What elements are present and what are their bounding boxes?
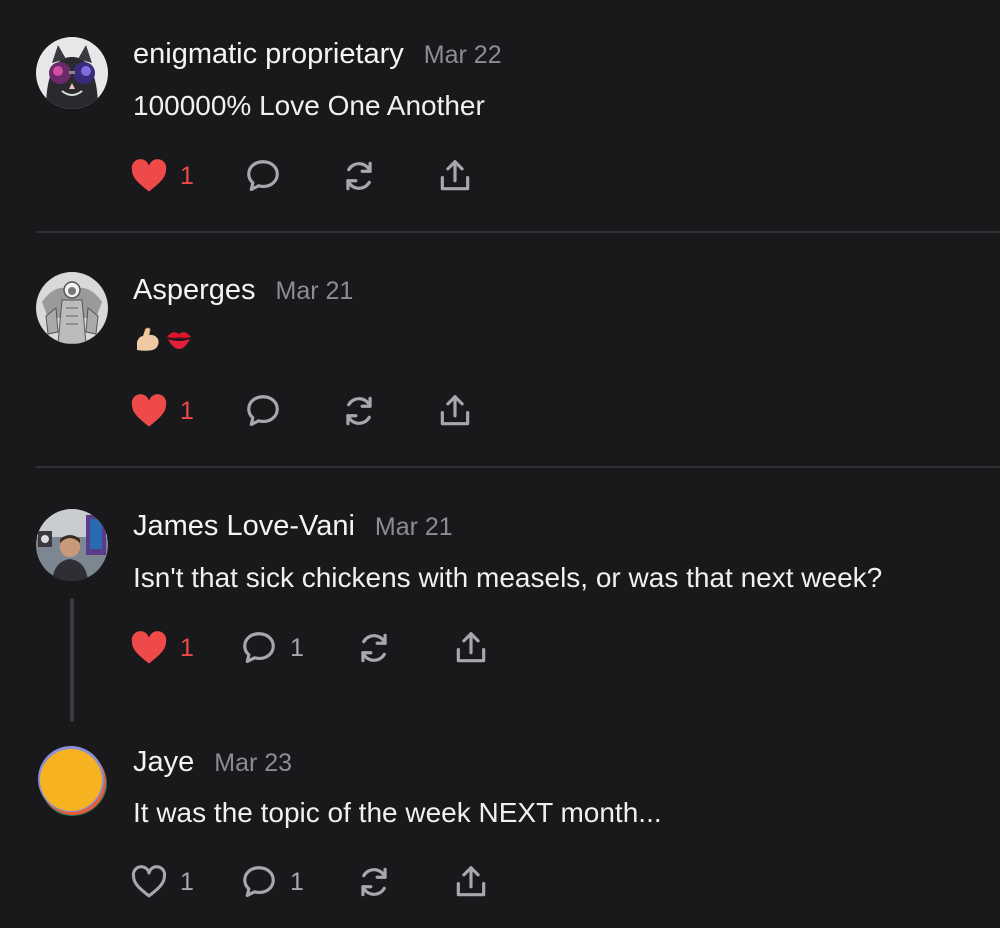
comment-text: It was the topic of the week NEXT month.… [133,797,662,828]
restack-button[interactable] [355,862,393,902]
share-button[interactable] [436,391,474,431]
reply-button[interactable]: 1 [240,862,304,902]
share-icon [456,866,486,897]
like-count: 1 [180,396,194,425]
comment-feed: enigmatic proprietary Mar 22 100000% Lov… [0,0,1000,928]
person-avatar-image [36,509,108,581]
restack-icon [346,396,372,426]
author-name[interactable]: Asperges [133,274,256,307]
action-bar: 1 1 [130,862,490,902]
comment-header: James Love-Vani Mar 21 [133,510,453,550]
restack-button[interactable] [355,628,393,668]
comment: Jaye Mar 23 It was the topic of the week… [0,704,1000,928]
comment-header: Asperges Mar 21 [133,274,353,314]
reply-button[interactable] [244,156,282,196]
like-button[interactable]: 1 [130,156,194,196]
reply-count: 1 [290,867,304,896]
comment-text [133,324,193,354]
heart-icon [131,394,167,427]
comment-date[interactable]: Mar 21 [375,513,453,542]
share-icon [440,160,470,191]
icon-avatar-image [36,272,108,344]
avatar[interactable] [36,272,108,344]
share-icon [440,395,470,426]
like-button[interactable]: 1 [130,391,194,431]
share-button[interactable] [452,862,490,902]
cat-avatar-image [36,37,108,109]
comment: James Love-Vani Mar 21 Isn't that sick c… [0,468,1000,704]
author-name[interactable]: enigmatic proprietary [133,38,404,71]
avatar[interactable] [36,744,108,816]
comment-date[interactable]: Mar 22 [424,41,502,70]
kiss-mark-emoji-icon [167,332,191,349]
heart-icon [131,631,167,664]
comment-text: 100000% Love One Another [133,90,485,121]
restack-icon [361,633,387,663]
comment-date[interactable]: Mar 21 [276,277,354,306]
like-button[interactable]: 1 [130,628,194,668]
action-bar: 1 [130,156,490,196]
speech-bubble-icon [243,866,275,898]
reply-button[interactable]: 1 [240,628,304,668]
restack-icon [346,161,372,191]
comment-date[interactable]: Mar 23 [214,749,292,778]
restack-button[interactable] [340,156,378,196]
share-button[interactable] [452,628,490,668]
like-count: 1 [180,867,194,896]
reply-button[interactable] [244,391,282,431]
speech-bubble-icon [243,632,275,664]
heart-icon [131,865,167,898]
speech-bubble-icon [247,160,279,192]
action-bar: 1 1 [130,628,490,668]
flexed-biceps-emoji-icon [137,327,159,351]
comment: Asperges Mar 21 1 [0,232,1000,468]
comment: enigmatic proprietary Mar 22 100000% Lov… [0,0,1000,232]
reply-count: 1 [290,633,304,662]
like-button[interactable]: 1 [130,862,194,902]
speech-bubble-icon [247,395,279,427]
author-name[interactable]: Jaye [133,746,194,779]
comment-text: Isn't that sick chickens with measels, o… [133,562,883,593]
avatar[interactable] [36,509,108,581]
like-count: 1 [180,161,194,190]
restack-button[interactable] [340,391,378,431]
restack-icon [361,867,387,897]
circles-avatar-image [36,744,108,816]
share-icon [456,632,486,663]
like-count: 1 [180,633,194,662]
comment-header: Jaye Mar 23 [133,746,292,786]
author-name[interactable]: James Love-Vani [133,510,355,543]
action-bar: 1 [130,391,490,431]
avatar[interactable] [36,37,108,109]
share-button[interactable] [436,156,474,196]
heart-icon [131,159,167,192]
comment-header: enigmatic proprietary Mar 22 [133,38,502,78]
